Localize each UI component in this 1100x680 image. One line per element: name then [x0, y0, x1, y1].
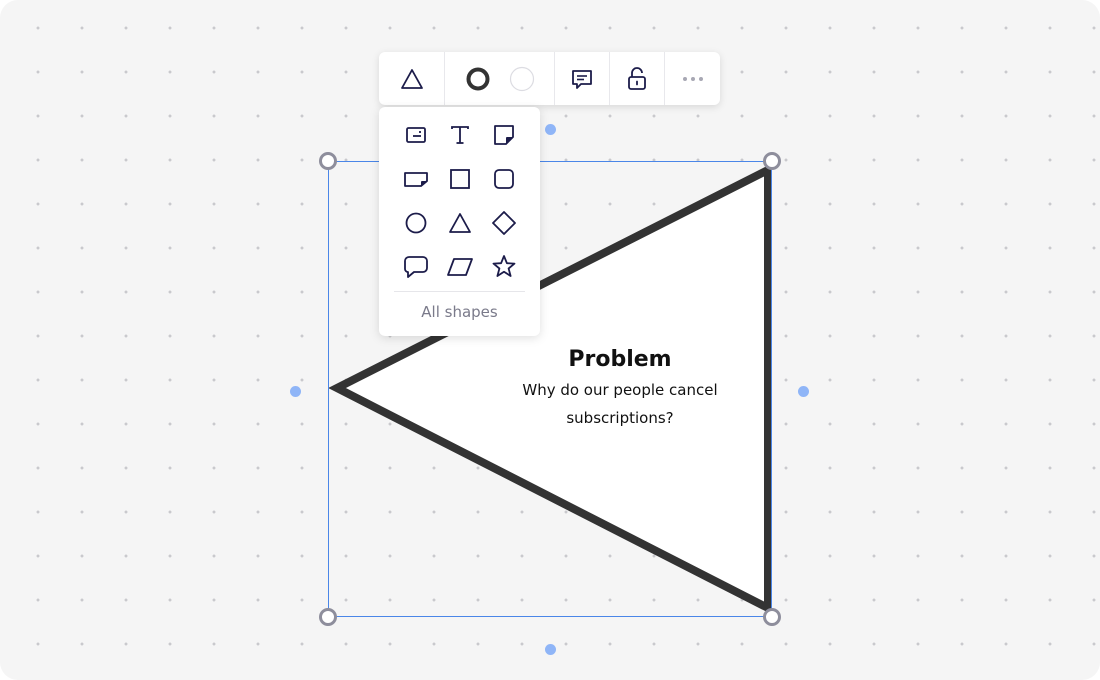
fill-color-icon [509, 66, 534, 91]
all-shapes-link[interactable]: All shapes [379, 303, 540, 321]
shape-option-text[interactable] [438, 113, 482, 157]
parallelogram-icon [447, 258, 473, 276]
resize-handle-top-right[interactable] [763, 152, 781, 170]
connector-point-right[interactable] [798, 386, 809, 397]
shape-option-sticky-note[interactable] [482, 113, 526, 157]
border-color-icon [466, 67, 489, 90]
sticky-note-icon [494, 125, 514, 145]
resize-handle-bottom-right[interactable] [763, 608, 781, 626]
square-icon [450, 169, 470, 189]
resize-handle-bottom-left[interactable] [319, 608, 337, 626]
shapes-dropdown: All shapes [379, 107, 540, 336]
star-icon [492, 255, 516, 277]
toolbar-section-color [445, 52, 555, 105]
shape-option-star[interactable] [482, 245, 526, 289]
shape-option-square[interactable] [438, 157, 482, 201]
text-card-icon [406, 127, 426, 143]
text-icon [451, 126, 469, 144]
shape-type-button[interactable] [390, 57, 434, 101]
toolbar-section-lock [610, 52, 665, 105]
speech-bubble-icon [404, 256, 428, 278]
fill-color-button[interactable] [500, 57, 544, 101]
shape-option-triangle[interactable] [438, 201, 482, 245]
shape-option-speech-bubble[interactable] [394, 245, 438, 289]
shape-option-note-card[interactable] [394, 157, 438, 201]
lock-button[interactable] [615, 57, 659, 101]
toolbar-section-shape [379, 52, 445, 105]
more-icon [682, 76, 703, 81]
shape-option-rounded-square[interactable] [482, 157, 526, 201]
connector-point-left[interactable] [290, 386, 301, 397]
comment-button[interactable] [560, 57, 604, 101]
triangle-icon [449, 213, 471, 233]
context-toolbar [379, 52, 720, 105]
toolbar-section-more [665, 52, 720, 105]
circle-icon [405, 212, 427, 234]
dropdown-divider [394, 291, 525, 292]
toolbar-section-comment [555, 52, 610, 105]
shape-option-diamond[interactable] [482, 201, 526, 245]
resize-handle-top-left[interactable] [319, 152, 337, 170]
triangle-icon [400, 68, 423, 89]
shape-option-text-card[interactable] [394, 113, 438, 157]
connector-point-top[interactable] [545, 124, 556, 135]
shapes-grid [394, 113, 526, 289]
comment-icon [572, 69, 592, 89]
rounded-square-icon [494, 169, 514, 189]
whiteboard-canvas[interactable]: Problem Why do our people cancel subscri… [0, 0, 1100, 680]
more-button[interactable] [671, 57, 715, 101]
shape-option-circle[interactable] [394, 201, 438, 245]
unlock-icon [628, 66, 646, 90]
shape-option-parallelogram[interactable] [438, 245, 482, 289]
connector-point-bottom[interactable] [545, 644, 556, 655]
border-color-button[interactable] [456, 57, 500, 101]
diamond-icon [492, 211, 516, 235]
note-card-icon [404, 172, 428, 187]
